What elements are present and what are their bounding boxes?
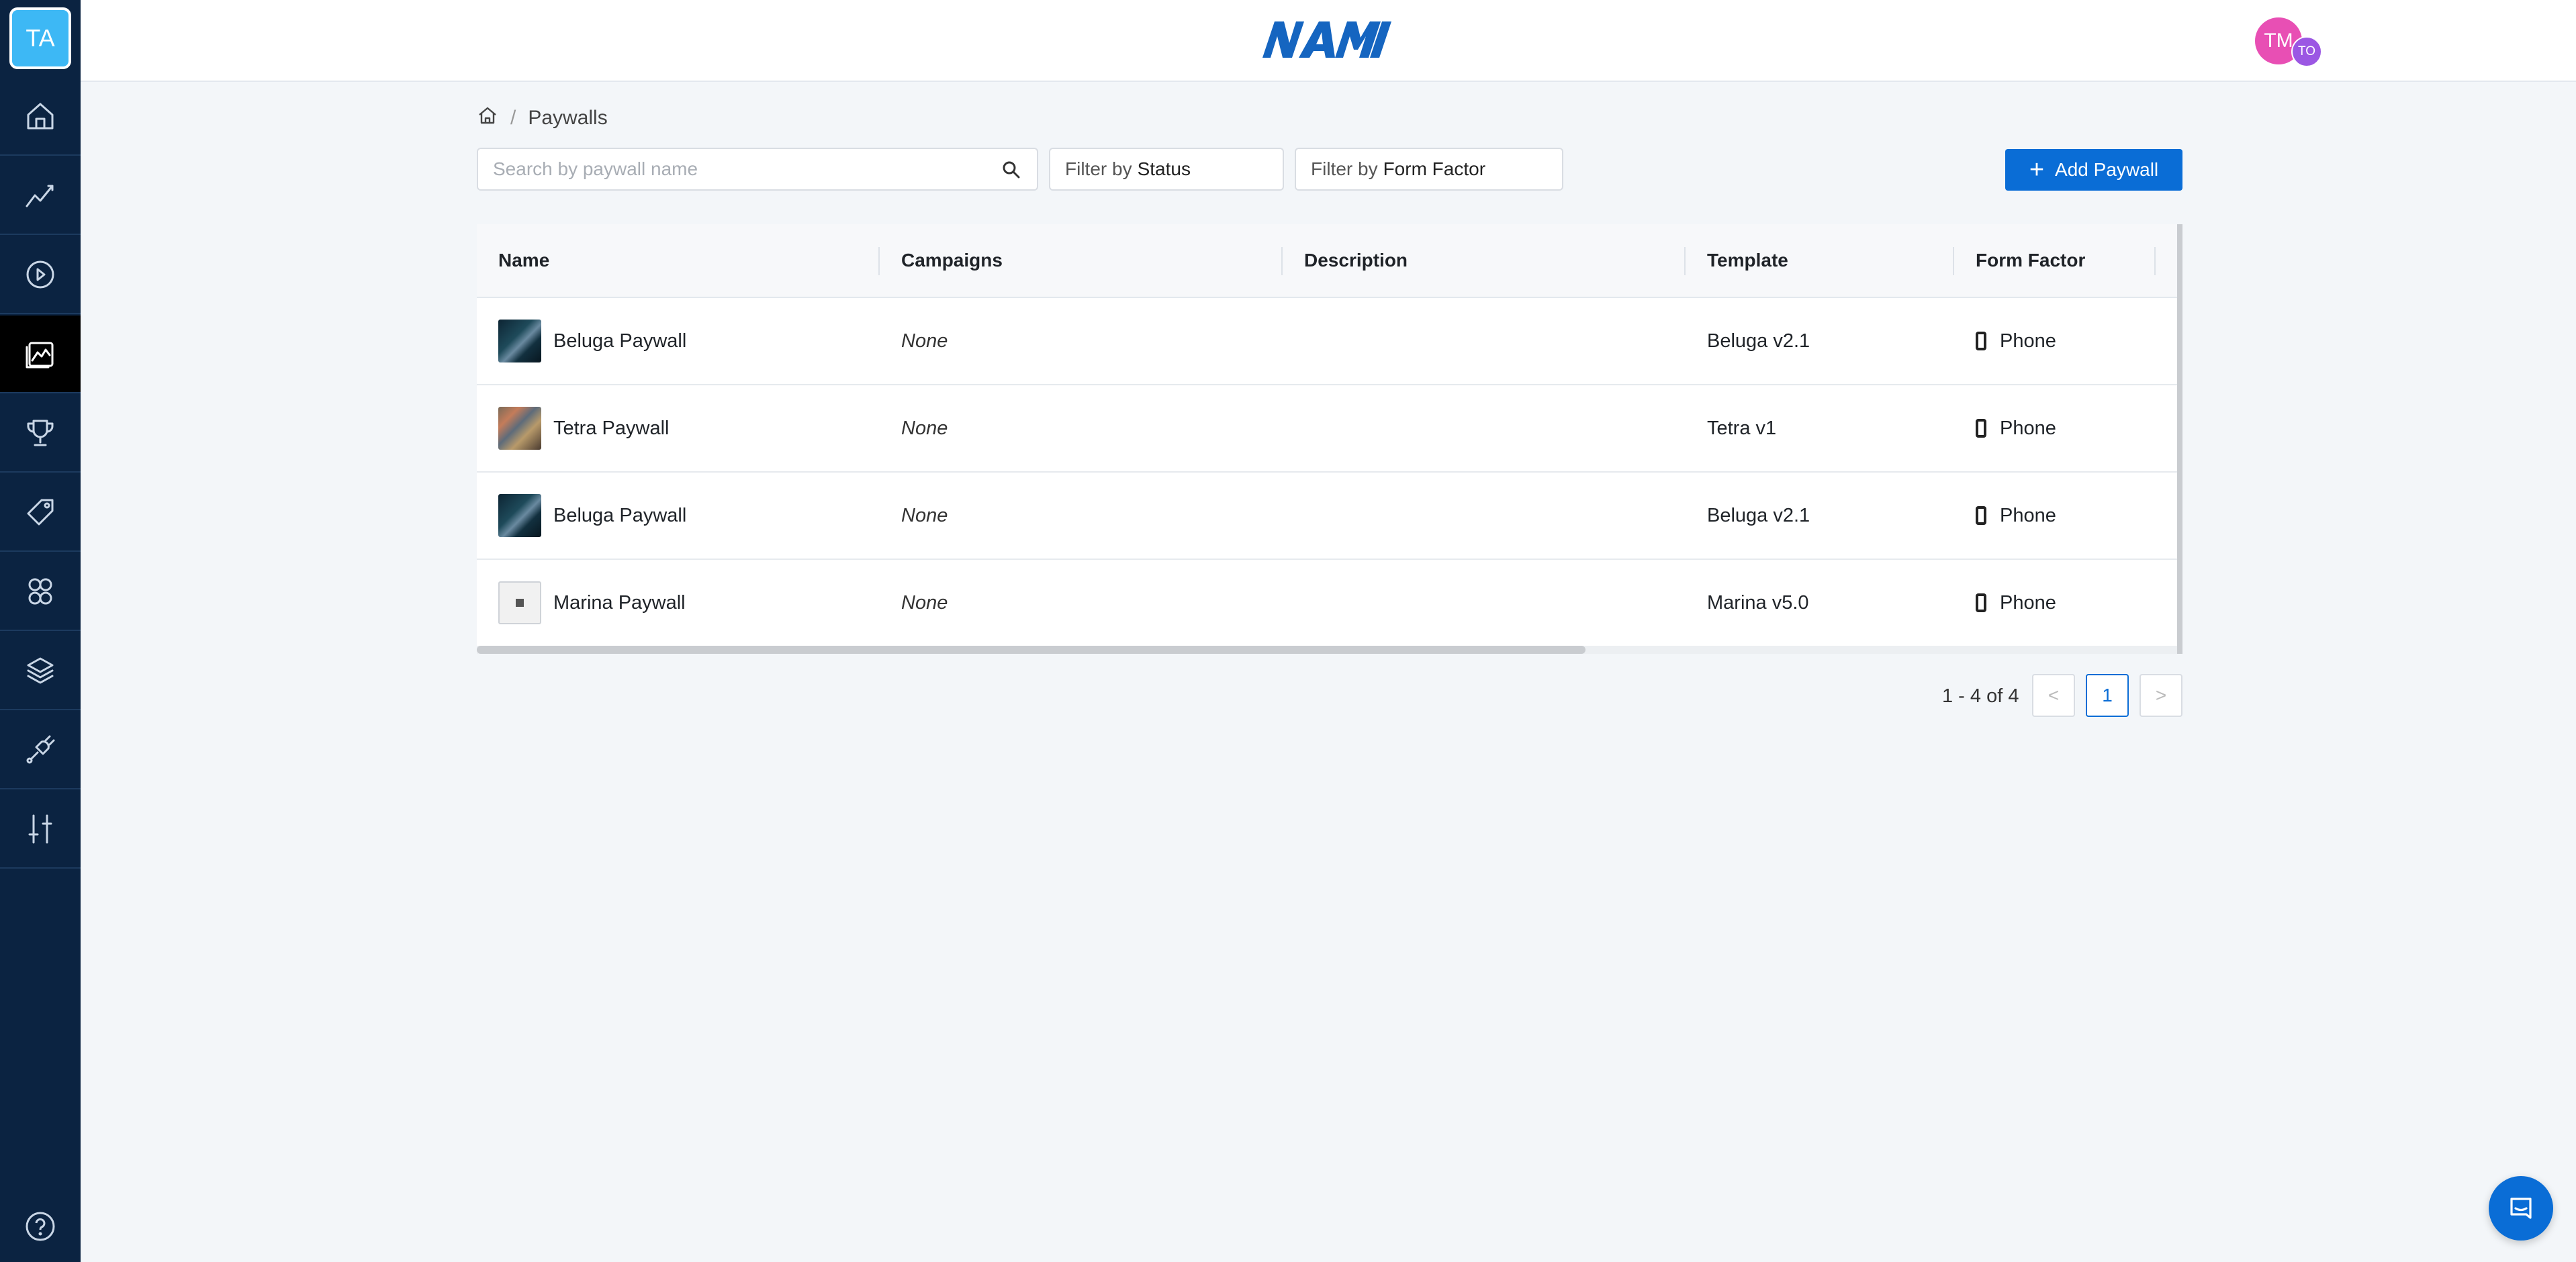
form-factor-filter-prefix: Filter by	[1311, 158, 1378, 179]
column-header-description[interactable]: Description	[1283, 224, 1686, 297]
form-factor-cell: Phone	[1954, 473, 2156, 559]
table-row[interactable]: Beluga Paywall None Beluga v2.1 Phone c	[477, 473, 2182, 560]
tag-icon	[27, 499, 54, 526]
page-1-button[interactable]: 1	[2086, 674, 2129, 717]
campaigns-icon	[26, 260, 54, 289]
help-button[interactable]	[0, 1191, 81, 1262]
plus-icon: +	[2029, 156, 2045, 184]
help-icon	[26, 1212, 55, 1241]
template-cell: Beluga v2.1	[1707, 504, 1810, 526]
paywall-thumbnail	[498, 407, 541, 450]
paywall-thumbnail	[498, 581, 541, 624]
form-factor-cell: Phone	[1954, 560, 2156, 646]
name-cell[interactable]: Beluga Paywall	[477, 473, 880, 559]
paywall-name: Tetra Paywall	[553, 417, 670, 439]
column-header-form-factor[interactable]: Form Factor	[1954, 224, 2156, 297]
home-icon	[479, 107, 496, 124]
nav-integrations[interactable]	[0, 712, 81, 789]
form-factor-label: Phone	[2000, 417, 2056, 439]
column-header-name[interactable]: Name	[477, 224, 880, 297]
nav-customers[interactable]	[0, 553, 81, 631]
nav-paywalls[interactable]	[0, 316, 81, 393]
pagination-info: 1 - 4 of 4	[1942, 685, 2019, 707]
column-header-template[interactable]: Template	[1686, 224, 1954, 297]
campaigns-cell: None	[901, 591, 948, 614]
description-cell	[1283, 385, 1686, 471]
org-avatar[interactable]: TO	[2291, 36, 2322, 67]
search-box	[477, 148, 1038, 191]
breadcrumb: / Paywalls	[477, 105, 608, 132]
template-cell: Beluga v2.1	[1707, 330, 1810, 352]
paywall-name: Beluga Paywall	[553, 504, 687, 526]
breadcrumb-home[interactable]	[477, 105, 498, 132]
campaigns-cell: None	[901, 330, 948, 352]
form-factor-filter[interactable]: Filter by Form Factor	[1295, 148, 1563, 191]
vertical-scrollbar[interactable]	[2177, 224, 2182, 654]
campaigns-cell: None	[901, 504, 948, 526]
trophy-icon	[27, 420, 54, 446]
paywalls-table: Name Campaigns Description Template Form…	[477, 224, 2182, 654]
nav-layers[interactable]	[0, 632, 81, 710]
integrations-icon	[26, 735, 55, 764]
paywall-thumbnail	[498, 494, 541, 537]
table-row[interactable]: Marina Paywall None Marina v5.0 Phone c	[477, 560, 2182, 647]
name-cell[interactable]: Marina Paywall	[477, 560, 880, 646]
phone-icon	[1976, 332, 1986, 350]
description-cell	[1283, 560, 1686, 646]
nav-settings[interactable]	[0, 791, 81, 869]
home-icon	[27, 103, 54, 130]
paywalls-icon	[26, 342, 54, 369]
description-cell	[1283, 473, 1686, 559]
analytics-icon	[26, 185, 54, 207]
status-filter-prefix: Filter by	[1065, 158, 1132, 179]
template-cell: Marina v5.0	[1707, 591, 1809, 614]
horizontal-scrollbar-thumb[interactable]	[477, 646, 1585, 654]
nami-logo	[1262, 21, 1391, 58]
campaigns-cell: None	[901, 417, 948, 439]
nav-home[interactable]	[0, 78, 81, 156]
next-page-button[interactable]: >	[2140, 674, 2182, 717]
form-factor-cell: Phone	[1954, 298, 2156, 384]
template-cell: Tetra v1	[1707, 417, 1777, 439]
add-paywall-button[interactable]: + Add Paywall	[2005, 149, 2182, 191]
top-bar: TM TO	[81, 0, 2576, 82]
nav-analytics[interactable]	[0, 157, 81, 235]
nav-products[interactable]	[0, 474, 81, 552]
paywall-name: Marina Paywall	[553, 591, 686, 614]
add-paywall-label: Add Paywall	[2055, 159, 2159, 180]
breadcrumb-separator: /	[510, 107, 516, 129]
breadcrumb-current: Paywalls	[528, 107, 608, 129]
chat-icon	[2510, 1198, 2532, 1219]
table-header: Name Campaigns Description Template Form…	[477, 224, 2182, 298]
chat-button[interactable]	[2489, 1176, 2553, 1241]
org-switcher[interactable]: TA	[9, 7, 71, 69]
form-factor-label: Phone	[2000, 330, 2056, 352]
form-factor-label: Phone	[2000, 504, 2056, 526]
name-cell[interactable]: Beluga Paywall	[477, 298, 880, 384]
table-row[interactable]: Tetra Paywall None Tetra v1 Phone 2	[477, 385, 2182, 473]
form-factor-filter-label: Form Factor	[1383, 158, 1486, 179]
description-cell	[1283, 298, 1686, 384]
search-icon[interactable]	[1001, 159, 1022, 181]
search-input[interactable]	[478, 149, 1018, 189]
nav-campaigns[interactable]	[0, 236, 81, 314]
customers-icon	[28, 578, 52, 605]
name-cell[interactable]: Tetra Paywall	[477, 385, 880, 471]
layers-icon	[27, 657, 54, 684]
nav-achievements[interactable]	[0, 395, 81, 473]
column-header-campaigns[interactable]: Campaigns	[880, 224, 1283, 297]
form-factor-label: Phone	[2000, 591, 2056, 614]
form-factor-cell: Phone	[1954, 385, 2156, 471]
prev-page-button[interactable]: <	[2032, 674, 2075, 717]
paywall-name: Beluga Paywall	[553, 330, 687, 352]
paywall-thumbnail	[498, 320, 541, 362]
sidebar: TA	[0, 0, 81, 1262]
phone-icon	[1976, 506, 1986, 525]
table-row[interactable]: Beluga Paywall None Beluga v2.1 Phone 1	[477, 298, 2182, 385]
phone-icon	[1976, 419, 1986, 438]
status-filter-label: Status	[1137, 158, 1191, 179]
phone-icon	[1976, 593, 1986, 612]
status-filter[interactable]: Filter by Status	[1049, 148, 1284, 191]
settings-sliders-icon	[28, 814, 52, 844]
